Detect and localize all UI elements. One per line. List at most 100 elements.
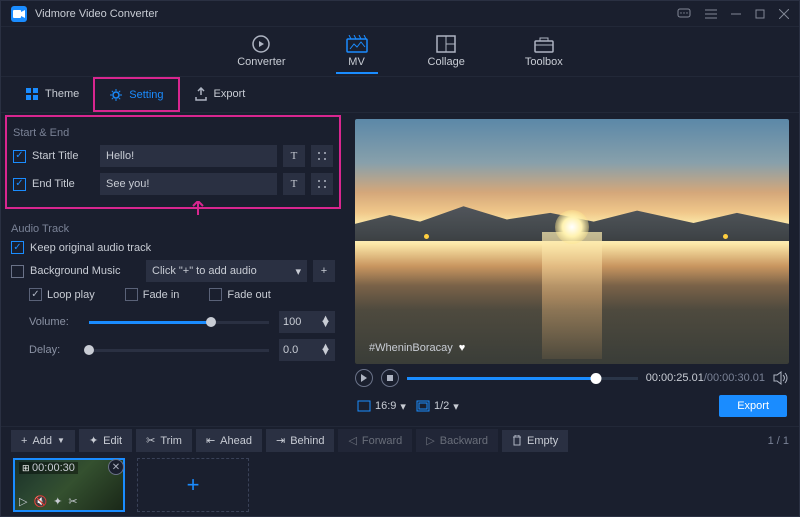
minimize-button[interactable] [731, 9, 741, 19]
timeline-slider[interactable] [407, 377, 638, 380]
nav-toolbox[interactable]: Toolbox [515, 30, 573, 74]
nav-collage[interactable]: Collage [418, 30, 475, 74]
nav-mv[interactable]: MV [336, 30, 378, 74]
tab-setting[interactable]: Setting [93, 77, 179, 112]
add-clip-button[interactable]: + [137, 458, 249, 512]
bgm-checkbox[interactable] [11, 265, 24, 278]
remove-clip-button[interactable]: ✕ [108, 459, 124, 475]
menu-icon[interactable] [705, 9, 717, 19]
loop-checkbox[interactable] [29, 288, 42, 301]
add-button[interactable]: +Add▼ [11, 430, 75, 452]
add-audio-button[interactable]: + [313, 260, 335, 282]
scissors-icon: ✂ [146, 434, 155, 447]
tab-export[interactable]: Export [180, 77, 260, 112]
behind-button[interactable]: ⇥ Behind [266, 429, 334, 452]
nav-label: MV [348, 56, 365, 68]
heart-icon: ♥ [459, 342, 466, 354]
gear-icon [109, 88, 123, 102]
maximize-button[interactable] [755, 9, 765, 19]
preview-controls: 16:9 ▾ 1/2 ▾ Export [355, 392, 789, 420]
fadeout-checkbox[interactable] [209, 288, 222, 301]
aspect-value: 16:9 [375, 400, 396, 412]
clip-duration: ⊞ 00:00:30 [19, 462, 78, 474]
clip-thumbnail[interactable]: ⊞ 00:00:30 ✕ ▷ 🔇 ✦ ✂ [13, 458, 125, 512]
edit-button[interactable]: ✦ Edit [79, 429, 132, 452]
zoom-picker[interactable]: 1/2 ▾ [416, 400, 459, 413]
clip-trim-icon[interactable]: ✂ [68, 495, 77, 508]
dropdown-placeholder: Click "+" to add audio [152, 265, 257, 277]
end-title-input[interactable] [100, 173, 277, 195]
btn-label: Edit [103, 435, 122, 447]
playback-bar: 00:00:25.01/00:00:30.01 [355, 364, 789, 392]
ahead-icon: ⇤ [206, 434, 215, 447]
bgm-label: Background Music [30, 265, 140, 277]
value: 0.0 [283, 344, 298, 356]
volume-slider[interactable] [89, 321, 269, 324]
chevron-down-icon: ▾ [400, 400, 406, 413]
wand-icon: ✦ [89, 434, 98, 447]
end-title-label: End Title [32, 178, 94, 190]
text-style-button[interactable]: T [283, 173, 305, 195]
loop-label: Loop play [47, 289, 95, 301]
delay-slider[interactable] [89, 349, 269, 352]
preview-panel: #WheninBoracay♥ 00:00:25.01/00:00:30.01 … [345, 113, 799, 426]
fadein-checkbox[interactable] [125, 288, 138, 301]
backward-icon: ▷ [426, 434, 434, 447]
trash-icon [512, 435, 522, 446]
bgm-dropdown[interactable]: Click "+" to add audio ▾ [146, 260, 307, 282]
keep-audio-checkbox[interactable] [11, 241, 24, 254]
btn-label: Trim [160, 435, 182, 447]
tab-label: Theme [45, 88, 79, 100]
export-icon [194, 87, 208, 101]
export-button[interactable]: Export [719, 395, 787, 417]
nav-converter[interactable]: Converter [227, 30, 295, 74]
chevron-down-icon: ▼ [57, 436, 65, 445]
btn-label: Backward [440, 435, 488, 447]
close-button[interactable] [779, 9, 789, 19]
start-end-section: Start & End Start Title T End Title T [5, 115, 341, 209]
clip-row: ⊞ 00:00:30 ✕ ▷ 🔇 ✦ ✂ + [1, 454, 799, 516]
nav-label: Converter [237, 56, 285, 68]
volume-icon[interactable] [773, 371, 789, 385]
ahead-button[interactable]: ⇤Ahead [196, 429, 262, 452]
end-title-checkbox[interactable] [13, 178, 26, 191]
aspect-ratio-picker[interactable]: 16:9 ▾ [357, 400, 406, 413]
play-button[interactable] [355, 369, 373, 387]
page-count: 1 / 1 [768, 435, 789, 447]
zoom-value: 1/2 [434, 400, 449, 412]
video-preview[interactable]: #WheninBoracay♥ [355, 119, 789, 364]
btn-label: Behind [290, 435, 324, 447]
keep-audio-label: Keep original audio track [30, 242, 151, 254]
delay-value[interactable]: 0.0▲▼ [279, 339, 335, 361]
empty-button[interactable]: Empty [502, 430, 568, 452]
text-options-button[interactable] [311, 145, 333, 167]
clip-effect-icon[interactable]: ✦ [53, 495, 62, 508]
btn-label: Add [32, 435, 52, 447]
clip-mute-icon[interactable]: 🔇 [33, 495, 47, 508]
feedback-icon[interactable] [677, 8, 691, 20]
btn-label: Empty [527, 435, 558, 447]
main-nav: Converter MV Collage Toolbox [1, 27, 799, 77]
behind-icon: ⇥ [276, 434, 285, 447]
forward-button: ◁Forward [338, 429, 412, 452]
backward-button: ▷ Backward [416, 429, 498, 452]
start-title-checkbox[interactable] [13, 150, 26, 163]
app-logo-icon [11, 6, 27, 22]
start-title-input[interactable] [100, 145, 277, 167]
text-options-button[interactable] [311, 173, 333, 195]
trim-button[interactable]: ✂ Trim [136, 429, 192, 452]
clip-play-icon[interactable]: ▷ [19, 495, 27, 508]
nav-label: Collage [428, 56, 465, 68]
delay-label: Delay: [29, 344, 79, 356]
fadein-label: Fade in [143, 289, 180, 301]
btn-label: Forward [362, 435, 402, 447]
theme-icon [25, 87, 39, 101]
tab-theme[interactable]: Theme [11, 77, 93, 112]
volume-value[interactable]: 100▲▼ [279, 311, 335, 333]
watermark-text: #WheninBoracay♥ [369, 342, 465, 354]
chevron-down-icon: ▾ [453, 400, 459, 413]
text-style-button[interactable]: T [283, 145, 305, 167]
zoom-icon [416, 400, 430, 412]
section-title: Start & End [13, 127, 333, 139]
stop-button[interactable] [381, 369, 399, 387]
